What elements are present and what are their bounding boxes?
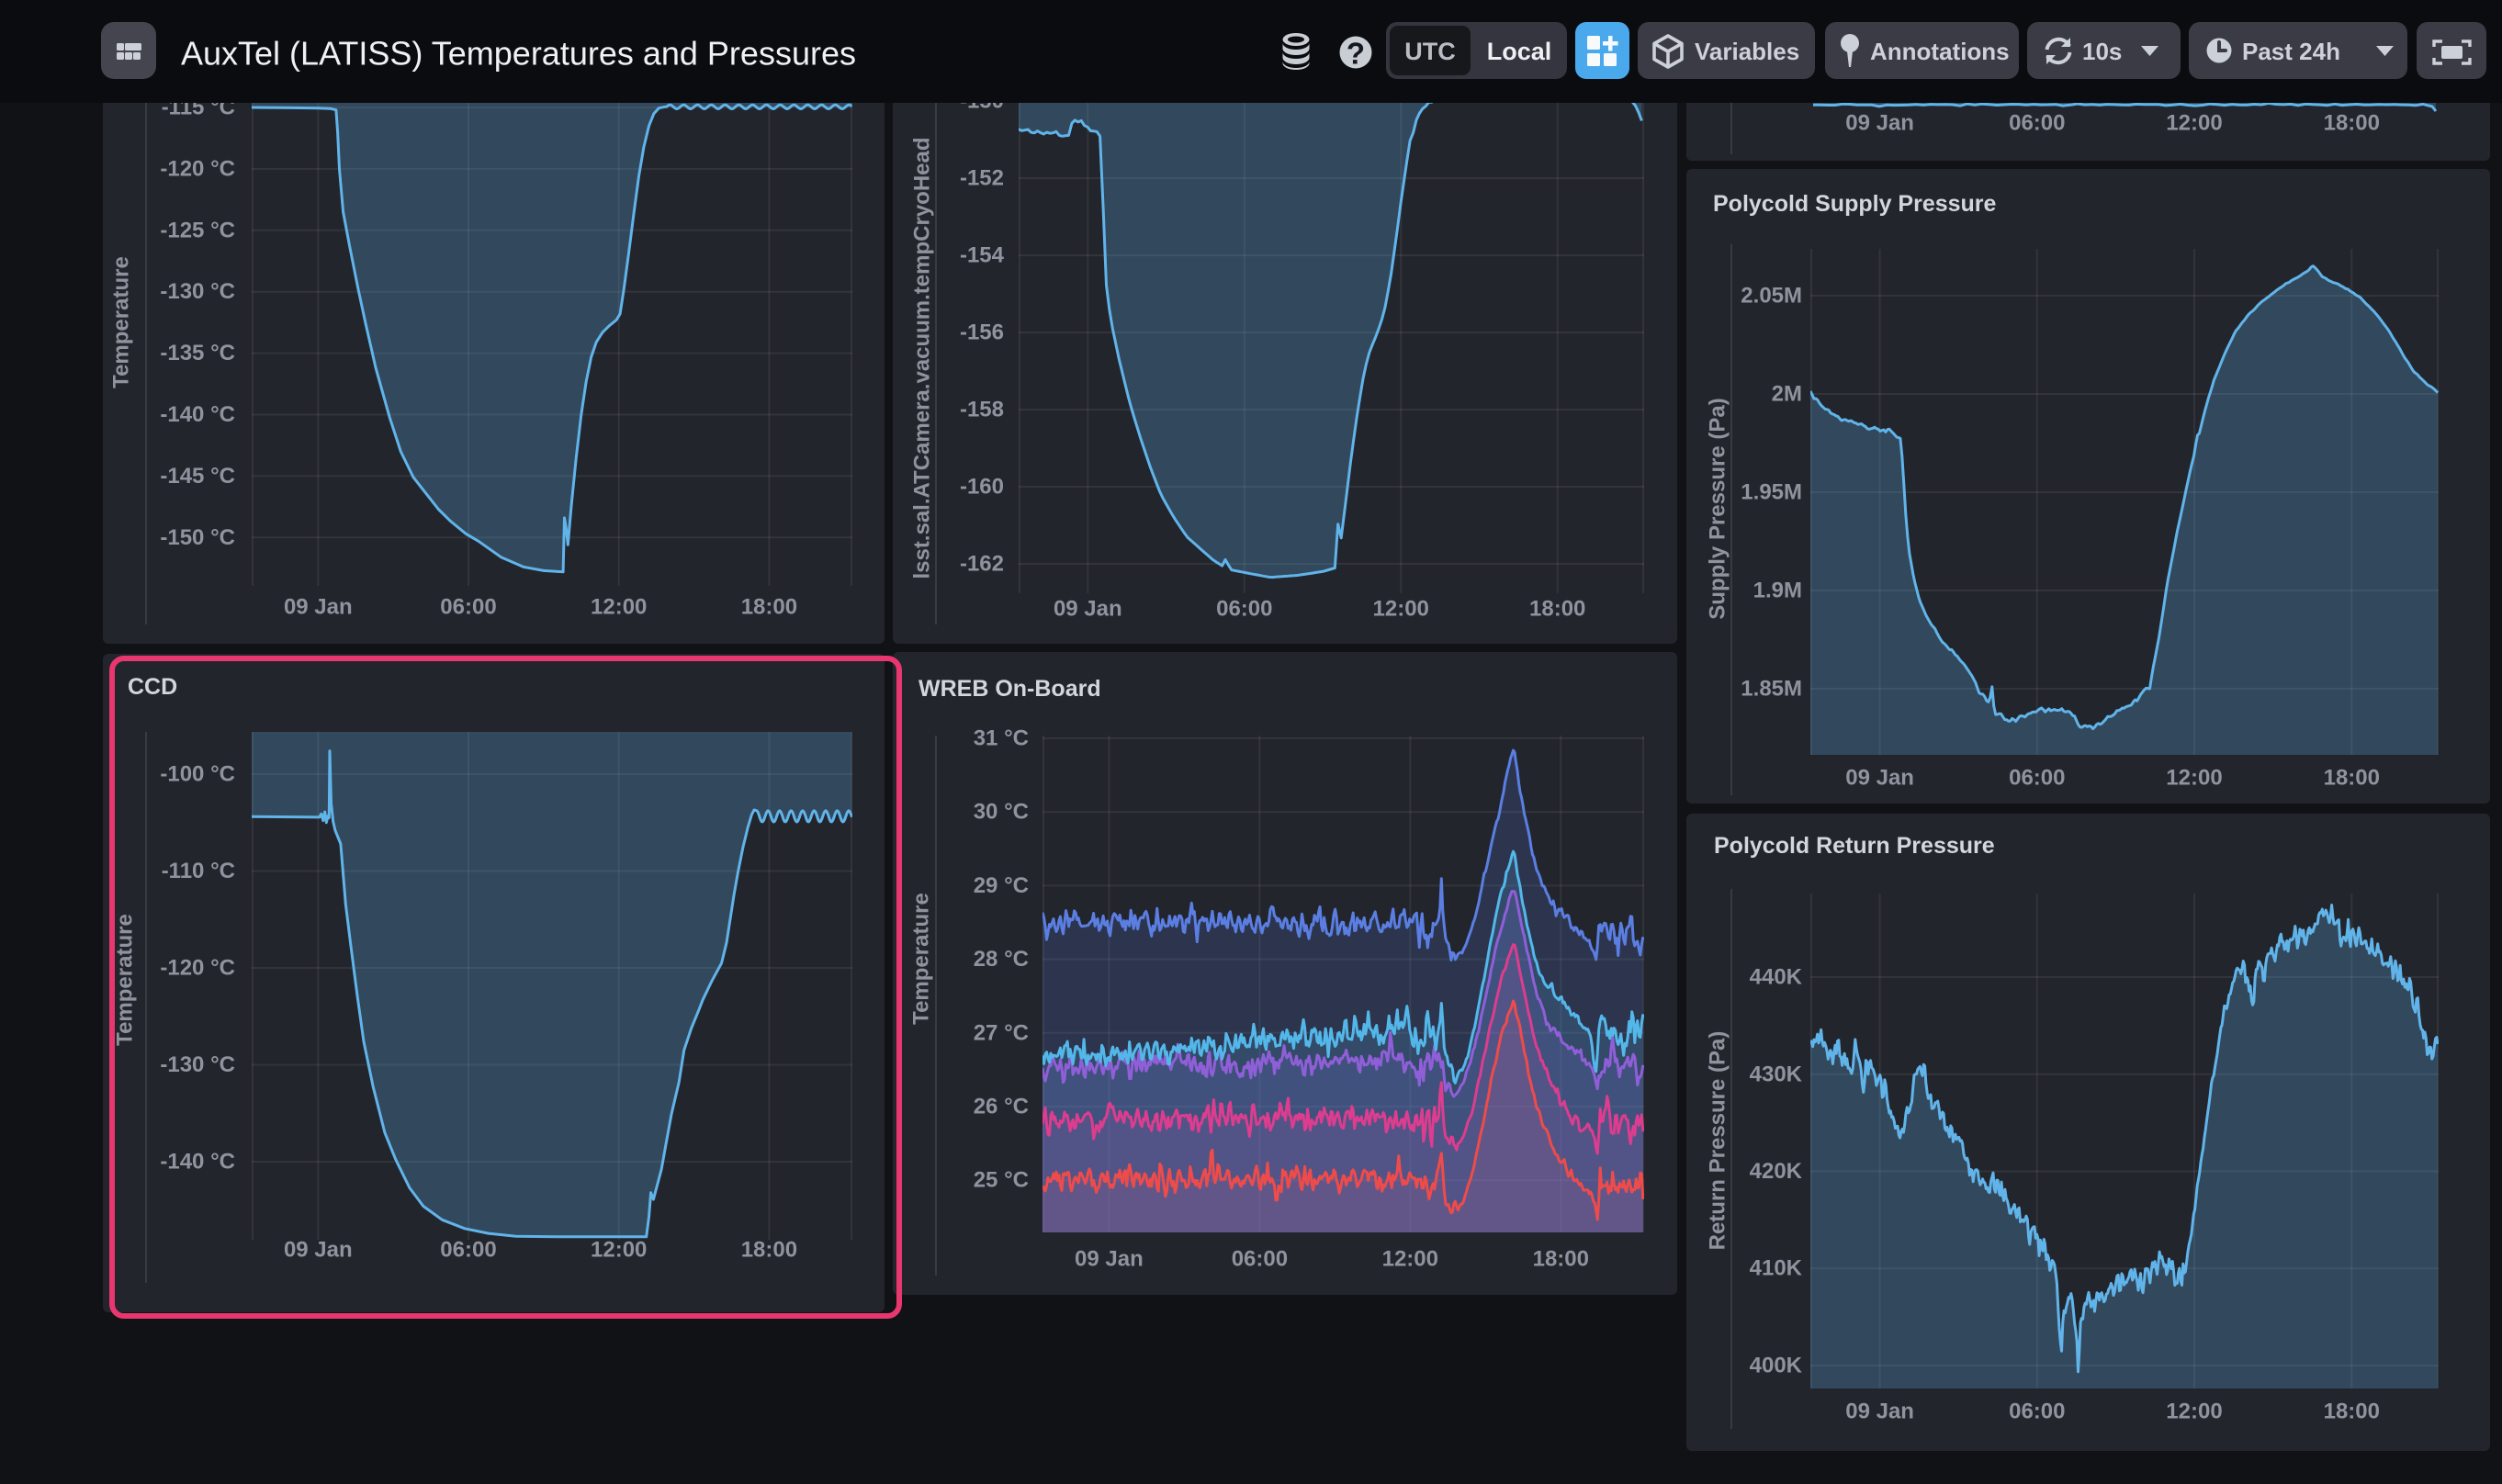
svg-text:18:00: 18:00 xyxy=(741,595,797,620)
svg-text:09 Jan: 09 Jan xyxy=(1075,1247,1144,1272)
svg-text:1.9M: 1.9M xyxy=(1753,579,1802,603)
svg-text:28 °C: 28 °C xyxy=(974,947,1029,972)
svg-text:06:00: 06:00 xyxy=(2009,1400,2065,1424)
svg-text:-125 °C: -125 °C xyxy=(160,218,235,242)
svg-text:AuxTel (LATISS) Temperatures a: AuxTel (LATISS) Temperatures and Pressur… xyxy=(181,35,856,73)
svg-text:18:00: 18:00 xyxy=(2324,766,2380,791)
svg-text:?: ? xyxy=(1347,37,1365,71)
svg-text:-162: -162 xyxy=(960,552,1004,577)
svg-text:06:00: 06:00 xyxy=(2009,766,2065,791)
svg-text:-152: -152 xyxy=(960,166,1004,191)
svg-text:Polycold Return Pressure: Polycold Return Pressure xyxy=(1714,833,1995,859)
svg-text:12:00: 12:00 xyxy=(2166,111,2222,136)
svg-text:430K: 430K xyxy=(1750,1062,1803,1086)
svg-text:-150 °C: -150 °C xyxy=(160,525,235,550)
svg-text:400K: 400K xyxy=(1750,1354,1803,1378)
svg-text:Polycold Supply Pressure: Polycold Supply Pressure xyxy=(1713,191,1997,217)
svg-text:09 Jan: 09 Jan xyxy=(1845,766,1914,791)
svg-text:06:00: 06:00 xyxy=(440,595,496,620)
svg-text:09 Jan: 09 Jan xyxy=(1054,597,1122,622)
svg-text:29 °C: 29 °C xyxy=(974,873,1029,898)
svg-text:Local: Local xyxy=(1487,38,1552,65)
svg-text:12:00: 12:00 xyxy=(2166,766,2222,791)
svg-text:WREB On-Board: WREB On-Board xyxy=(919,676,1101,702)
svg-text:26 °C: 26 °C xyxy=(974,1095,1029,1119)
svg-text:-130 °C: -130 °C xyxy=(160,279,235,304)
svg-text:1.95M: 1.95M xyxy=(1741,480,1802,505)
svg-text:31 °C: 31 °C xyxy=(974,726,1029,751)
svg-text:12:00: 12:00 xyxy=(591,595,647,620)
svg-text:06:00: 06:00 xyxy=(2009,111,2065,136)
svg-text:18:00: 18:00 xyxy=(2324,111,2380,136)
svg-text:Temperature: Temperature xyxy=(909,893,934,1025)
svg-text:12:00: 12:00 xyxy=(2166,1400,2222,1424)
svg-text:Supply Pressure (Pa): Supply Pressure (Pa) xyxy=(1706,398,1730,619)
svg-text:09 Jan: 09 Jan xyxy=(1845,111,1914,136)
svg-text:2.05M: 2.05M xyxy=(1741,284,1802,309)
svg-text:12:00: 12:00 xyxy=(1373,597,1429,622)
svg-text:-135 °C: -135 °C xyxy=(160,341,235,365)
svg-text:Past 24h: Past 24h xyxy=(2242,38,2340,65)
svg-text:2M: 2M xyxy=(1772,382,1802,407)
svg-text:-160: -160 xyxy=(960,475,1004,500)
svg-text:18:00: 18:00 xyxy=(1529,597,1585,622)
svg-text:1.85M: 1.85M xyxy=(1741,677,1802,702)
svg-text:-156: -156 xyxy=(960,320,1004,345)
svg-text:30 °C: 30 °C xyxy=(974,800,1029,825)
svg-text:Return Pressure (Pa): Return Pressure (Pa) xyxy=(1706,1031,1730,1251)
svg-text:09 Jan: 09 Jan xyxy=(1845,1400,1914,1424)
svg-text:Annotations: Annotations xyxy=(1870,38,2010,65)
svg-text:27 °C: 27 °C xyxy=(974,1020,1029,1045)
svg-text:06:00: 06:00 xyxy=(1232,1247,1288,1272)
svg-text:UTC: UTC xyxy=(1404,38,1456,65)
svg-text:410K: 410K xyxy=(1750,1256,1803,1281)
svg-text:10s: 10s xyxy=(2082,38,2122,65)
svg-text:-120 °C: -120 °C xyxy=(160,156,235,181)
svg-text:12:00: 12:00 xyxy=(1382,1247,1438,1272)
svg-text:lsst.sal.ATCamera.vacuum.tempC: lsst.sal.ATCamera.vacuum.tempCryoHead xyxy=(910,137,935,579)
svg-text:Variables: Variables xyxy=(1695,38,1799,65)
svg-text:18:00: 18:00 xyxy=(1533,1247,1589,1272)
svg-text:420K: 420K xyxy=(1750,1159,1803,1184)
svg-text:-145 °C: -145 °C xyxy=(160,464,235,489)
svg-text:06:00: 06:00 xyxy=(1216,597,1272,622)
svg-text:-154: -154 xyxy=(960,243,1005,268)
svg-text:Temperature: Temperature xyxy=(109,256,134,388)
svg-text:25 °C: 25 °C xyxy=(974,1168,1029,1193)
svg-text:440K: 440K xyxy=(1750,965,1803,990)
svg-text:09 Jan: 09 Jan xyxy=(284,595,353,620)
svg-text:-158: -158 xyxy=(960,398,1004,422)
svg-text:18:00: 18:00 xyxy=(2324,1400,2380,1424)
svg-text:-140 °C: -140 °C xyxy=(160,402,235,427)
